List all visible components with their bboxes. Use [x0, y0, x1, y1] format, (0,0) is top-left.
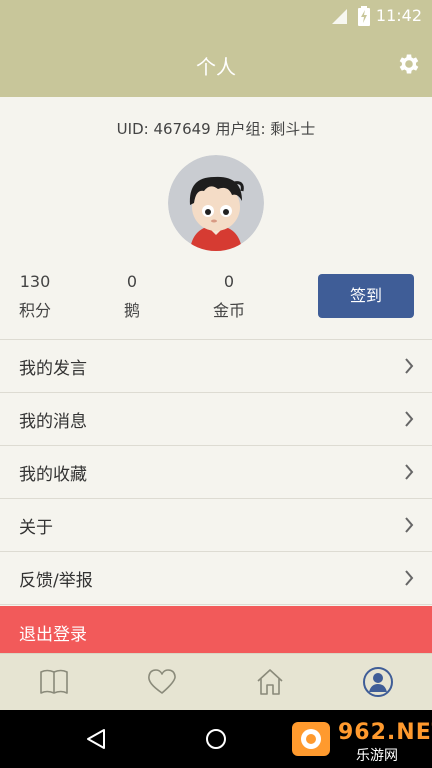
- stat-goose: 0 鹅: [92, 270, 172, 323]
- stat-label: 鹅: [123, 301, 140, 320]
- status-bar: 11:42: [0, 0, 432, 32]
- menu-item-my-messages[interactable]: 我的消息: [0, 393, 432, 446]
- menu-item-label: 关于: [19, 518, 53, 538]
- stat-coins: 0 金币: [189, 270, 269, 323]
- menu-list: 我的发言 我的消息 我的收藏 关于 反馈/举报: [0, 339, 432, 605]
- chevron-right-icon: [405, 464, 414, 480]
- back-icon[interactable]: [84, 727, 108, 751]
- menu-item-label: 我的消息: [19, 412, 87, 432]
- tab-favorites[interactable]: [108, 654, 216, 711]
- signal-icon: [332, 9, 347, 24]
- title-bar: 个人: [0, 32, 432, 97]
- menu-item-label: 我的发言: [19, 359, 87, 379]
- watermark-subtext: 乐游网: [356, 748, 398, 764]
- chevron-right-icon: [405, 411, 414, 427]
- menu-item-my-favorites[interactable]: 我的收藏: [0, 446, 432, 499]
- tab-books[interactable]: [0, 654, 108, 711]
- menu-item-label: 反馈/举报: [19, 571, 93, 591]
- logout-button[interactable]: 退出登录: [0, 606, 432, 653]
- user-icon: [363, 667, 393, 697]
- avatar-image: [168, 155, 264, 251]
- book-icon: [40, 669, 68, 694]
- heart-icon: [148, 669, 176, 694]
- stat-label: 积分: [18, 301, 51, 320]
- logout-label: 退出登录: [19, 625, 87, 645]
- stat-value: 0: [223, 272, 235, 291]
- checkin-button[interactable]: 签到: [318, 274, 414, 318]
- stat-value: 130: [19, 272, 51, 291]
- chevron-right-icon: [405, 570, 414, 586]
- tab-profile[interactable]: [324, 654, 432, 711]
- stat-points: 130 积分: [0, 270, 75, 323]
- uid-info: UID: 467649 用户组: 剩斗士: [116, 120, 316, 138]
- battery-icon: [358, 6, 370, 26]
- watermark-text: 962.NET: [338, 720, 432, 745]
- chevron-right-icon: [405, 517, 414, 533]
- menu-item-label: 我的收藏: [19, 465, 87, 485]
- home-button-icon[interactable]: [204, 727, 228, 751]
- chevron-right-icon: [405, 358, 414, 374]
- status-time: 11:42: [375, 6, 422, 25]
- gear-icon[interactable]: [396, 51, 422, 77]
- page-title: 个人: [196, 55, 236, 79]
- watermark-logo: 962.NET 乐游网: [290, 718, 432, 764]
- stat-value: 0: [126, 272, 138, 291]
- bottom-nav: [0, 653, 432, 710]
- menu-item-my-posts[interactable]: 我的发言: [0, 340, 432, 393]
- stat-label: 金币: [212, 301, 245, 320]
- menu-item-about[interactable]: 关于: [0, 499, 432, 552]
- tab-home[interactable]: [216, 654, 324, 711]
- menu-item-feedback[interactable]: 反馈/举报: [0, 552, 432, 605]
- watermark-emblem: [292, 722, 330, 756]
- home-icon: [257, 669, 283, 695]
- avatar[interactable]: [168, 155, 264, 251]
